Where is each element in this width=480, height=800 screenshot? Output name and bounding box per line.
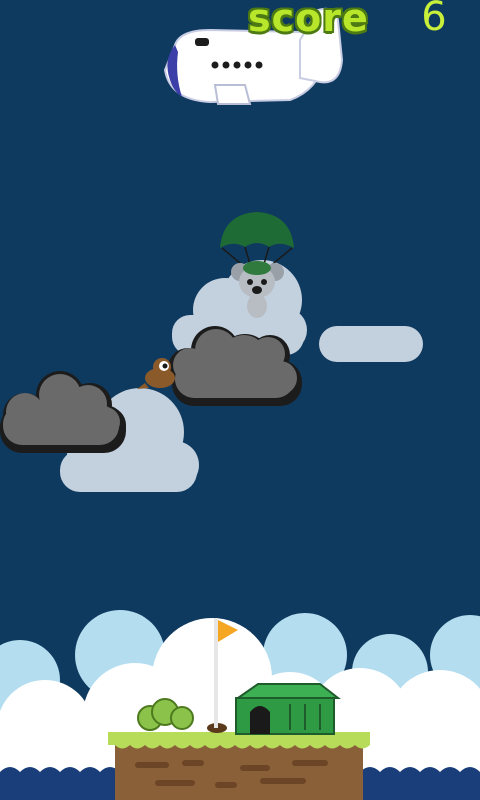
cloud-light-flat [319,326,423,362]
game-scene[interactable]: score 6 [0,0,480,800]
island-platform [108,732,370,800]
score-label: score [248,0,369,40]
hut-icon [234,683,341,735]
flying-squirrel-icon [137,358,175,389]
score-value: 6 [421,0,447,40]
storm-cloud-left [0,371,126,453]
game-canvas [0,7,480,800]
